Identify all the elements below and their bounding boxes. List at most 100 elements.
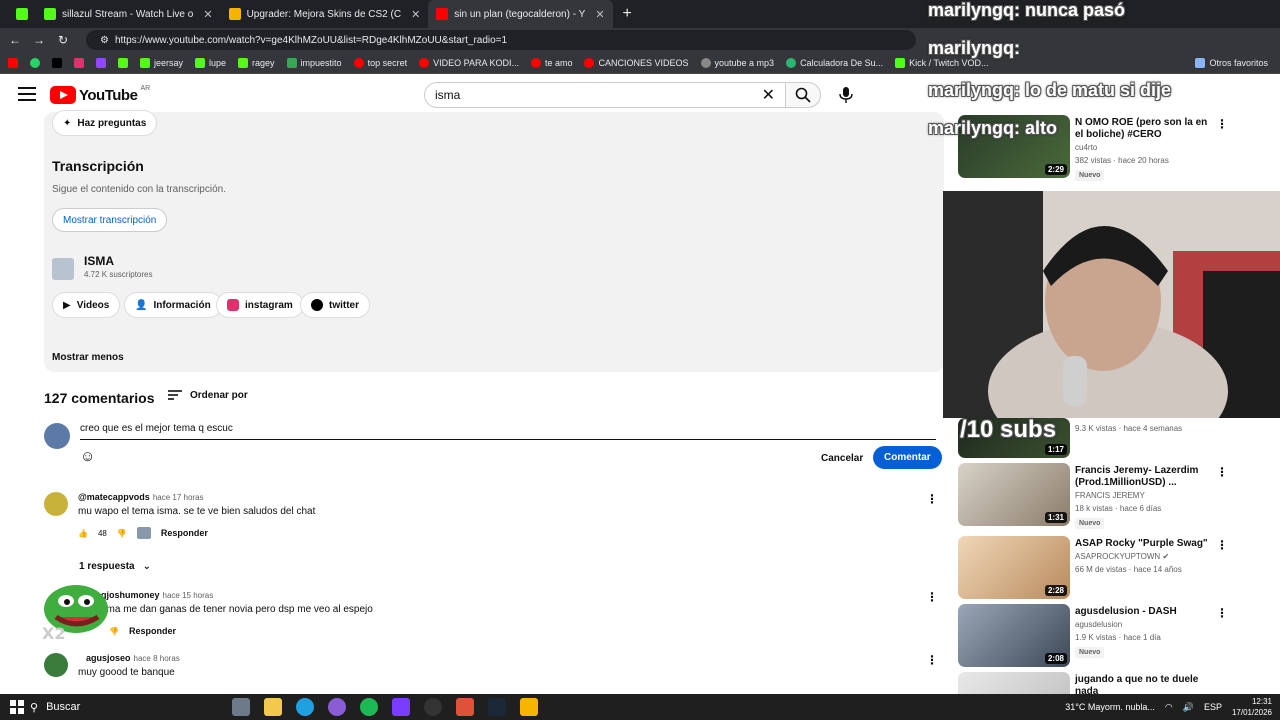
bookmark-item[interactable]: CANCIONES VIDEOS	[584, 57, 689, 68]
comment-author[interactable]: gjoshumoney hace 15 horas	[101, 590, 213, 600]
bookmark-item[interactable]: jeersay	[140, 57, 183, 68]
tab-youtube[interactable]: sin un plan (tegocalderon) - Y ✕	[428, 0, 613, 28]
menu-icon[interactable]	[18, 87, 36, 101]
video-thumbnail[interactable]: 2:28	[958, 536, 1070, 599]
more-actions-icon[interactable]: ⋮	[926, 653, 938, 667]
video-title[interactable]: jugando a que no te duele nada	[1075, 674, 1215, 694]
spotify-icon[interactable]	[360, 698, 378, 716]
video-channel[interactable]: ASAPROCKYUPTOWN ✔	[1075, 552, 1169, 561]
youtube-logo[interactable]: YouTube AR	[50, 85, 150, 104]
kick-pinned-tab[interactable]	[8, 0, 36, 28]
dislike-icon[interactable]: 👎	[117, 529, 127, 538]
comment-time[interactable]: hace 17 horas	[153, 493, 204, 502]
video-thumbnail[interactable]	[958, 672, 1070, 694]
comment-time[interactable]: hace 15 horas	[163, 591, 214, 600]
more-actions-icon[interactable]: ⋮	[1216, 606, 1228, 620]
video-channel[interactable]: FRANCIS JEREMY	[1075, 491, 1145, 500]
windows-start-icon[interactable]	[10, 700, 24, 714]
video-thumbnail[interactable]: 1:31	[958, 463, 1070, 526]
video-title[interactable]: ASAP Rocky "Purple Swag"	[1075, 538, 1215, 550]
show-less-button[interactable]: Mostrar menos	[52, 352, 124, 363]
view-replies-button[interactable]: 1 respuesta ⌄	[79, 561, 151, 572]
new-tab-button[interactable]: +	[613, 5, 642, 23]
author-name[interactable]: @matecappvods	[78, 492, 150, 502]
tab-sillazul[interactable]: sillazul Stream - Watch Live o ✕	[36, 0, 221, 28]
reply-button[interactable]: Responder	[129, 626, 176, 636]
author-name[interactable]: gjoshumoney	[101, 590, 160, 600]
bookmark-item[interactable]	[96, 57, 106, 68]
back-icon[interactable]: ←	[8, 33, 22, 47]
app-icon[interactable]	[520, 698, 538, 716]
twitter-link[interactable]: twitter	[300, 292, 370, 318]
forward-icon[interactable]: →	[32, 33, 46, 47]
info-link[interactable]: 👤 Información	[124, 292, 222, 318]
recommended-video[interactable]: 1:31 Francis Jeremy- Lazerdim (Prod.1Mil…	[958, 463, 1280, 533]
discord-icon[interactable]	[328, 698, 346, 716]
file-explorer-icon[interactable]	[264, 698, 282, 716]
comment-time[interactable]: hace 8 horas	[134, 654, 180, 663]
sort-button[interactable]: Ordenar por	[168, 389, 248, 401]
more-actions-icon[interactable]: ⋮	[1216, 538, 1228, 552]
bookmark-item[interactable]	[30, 57, 40, 68]
other-bookmarks[interactable]: Otros favoritos	[1195, 57, 1268, 68]
steam-icon[interactable]	[488, 698, 506, 716]
cancel-button[interactable]: Cancelar	[812, 447, 872, 469]
ask-questions-button[interactable]: ✦ Haz preguntas	[52, 110, 158, 136]
channel-avatar[interactable]	[52, 258, 74, 280]
comment-avatar[interactable]	[44, 492, 68, 516]
recommended-video[interactable]: 2:28 ASAP Rocky "Purple Swag" ASAPROCKYU…	[958, 536, 1280, 600]
voice-search-button[interactable]	[833, 82, 859, 108]
recommended-video[interactable]: jugando a que no te duele nada	[958, 672, 1280, 694]
bookmark-item[interactable]	[74, 57, 84, 68]
clock[interactable]: 12:31 17/01/2026	[1232, 696, 1272, 718]
instagram-link[interactable]: instagram	[216, 292, 304, 318]
bookmark-item[interactable]	[8, 57, 18, 68]
obs-icon[interactable]	[424, 698, 442, 716]
bookmark-item[interactable]	[118, 57, 128, 68]
close-icon[interactable]: ✕	[595, 8, 604, 21]
video-channel[interactable]: cu4rto	[1075, 143, 1097, 152]
close-icon[interactable]: ✕	[411, 8, 420, 21]
video-title[interactable]: agusdelusion - DASH	[1075, 606, 1215, 618]
volume-icon[interactable]: 🔊	[1183, 702, 1194, 713]
more-actions-icon[interactable]: ⋮	[926, 590, 938, 604]
close-icon[interactable]: ✕	[203, 8, 212, 21]
site-info-icon[interactable]: ⚙	[100, 35, 109, 46]
more-actions-icon[interactable]: ⋮	[926, 492, 938, 506]
bookmark-item[interactable]: Kick / Twitch VOD...	[895, 57, 988, 68]
bookmark-item[interactable]: top secret	[353, 57, 407, 68]
video-title[interactable]: N OMO ROE (pero son la en el boliche) #C…	[1075, 117, 1215, 141]
bookmark-item[interactable]: youtube a mp3	[700, 57, 774, 68]
wifi-icon[interactable]: ◠	[1165, 702, 1173, 713]
comment-author[interactable]: @matecappvods hace 17 horas	[78, 492, 204, 502]
video-title[interactable]: Francis Jeremy- Lazerdim (Prod.1MillionU…	[1075, 465, 1215, 489]
bookmark-item[interactable]: Calculadora De Su...	[786, 57, 883, 68]
search-input[interactable]: isma ✕	[424, 82, 786, 108]
clear-search-icon[interactable]: ✕	[762, 85, 775, 105]
more-actions-icon[interactable]: ⋮	[1216, 465, 1228, 479]
bookmark-item[interactable]: ragey	[238, 57, 275, 68]
bookmark-item[interactable]	[52, 57, 62, 68]
taskbar-search[interactable]: ⚲ Buscar	[30, 696, 220, 718]
reply-button[interactable]: Responder	[161, 528, 208, 538]
url-bar[interactable]: ⚙ https://www.youtube.com/watch?v=ge4KlhM…	[86, 30, 916, 50]
recommended-video[interactable]: 2:08 agusdelusion - DASH agusdelusion 1.…	[958, 604, 1280, 668]
reload-icon[interactable]: ↻	[56, 33, 70, 47]
more-actions-icon[interactable]: ⋮	[1216, 117, 1228, 131]
search-button[interactable]	[785, 82, 821, 108]
bookmark-item[interactable]: VIDEO PARA KODI...	[419, 57, 519, 68]
like-icon[interactable]: 👍	[78, 529, 88, 538]
videos-link[interactable]: ▶ Videos	[52, 292, 121, 318]
weather-widget[interactable]: 31°C Mayorm. nubla...	[1065, 702, 1155, 712]
language-indicator[interactable]: ESP	[1204, 702, 1222, 712]
bookmark-item[interactable]: te amo	[530, 57, 572, 68]
bookmark-item[interactable]: impuestito	[286, 57, 342, 68]
comment-avatar[interactable]	[44, 653, 68, 677]
edge-icon[interactable]	[296, 698, 314, 716]
comment-input[interactable]: creo que es el mejor tema q escuc	[80, 423, 936, 440]
show-transcript-button[interactable]: Mostrar transcripción	[52, 208, 168, 232]
channel-name[interactable]: ISMA	[84, 254, 114, 268]
video-channel[interactable]: agusdelusion	[1075, 620, 1122, 629]
comment-submit-button[interactable]: Comentar	[873, 446, 942, 469]
task-view-icon[interactable]	[232, 698, 250, 716]
